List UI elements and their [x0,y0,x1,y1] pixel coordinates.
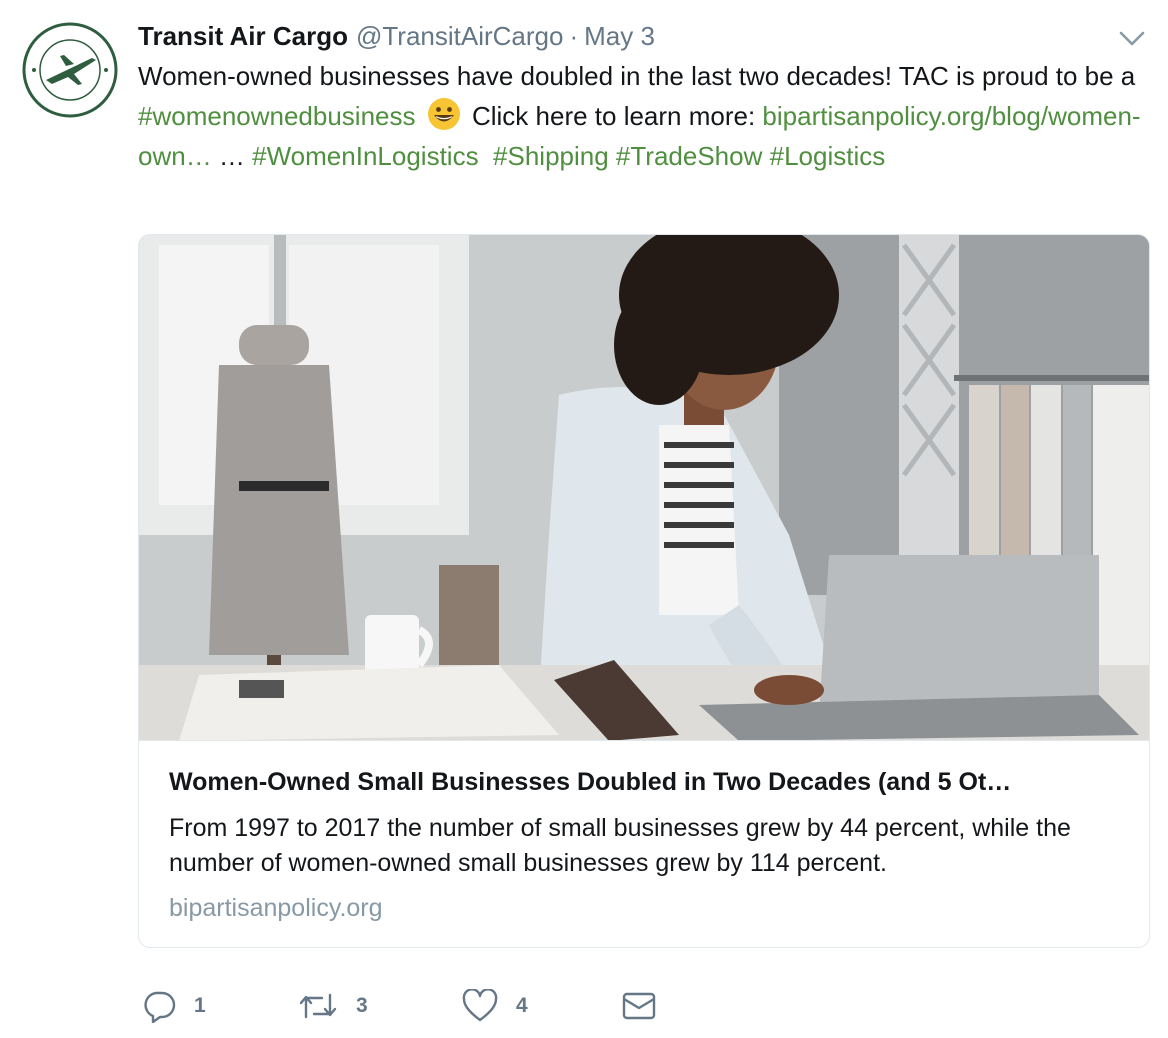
card-image[interactable] [139,235,1149,741]
transit-air-cargo-logo-icon [22,22,118,118]
retweet-icon [299,993,337,1019]
direct-message-button[interactable] [622,984,656,1028]
tweet-text-part2: Click here to learn more: [464,101,763,131]
tweet-header: Transit Air Cargo @TransitAirCargo · May… [138,18,655,54]
like-count: 4 [516,994,528,1017]
reply-count: 1 [194,994,206,1017]
hashtag-logistics[interactable]: #Logistics [770,141,886,171]
tweet-date[interactable]: May 3 [584,18,655,54]
chevron-down-icon [1119,31,1145,46]
card-title[interactable]: Women-Owned Small Businesses Doubled in … [169,765,1119,799]
like-button[interactable]: 4 [462,984,528,1028]
tweet-text: Women-owned businesses have doubled in t… [138,56,1148,176]
hashtag-womenownedbusiness[interactable]: #womenownedbusiness [138,101,416,131]
tweet-text-part1: Women-owned businesses have doubled in t… [138,61,1136,91]
heart-icon [462,989,498,1022]
hashtag-shipping[interactable]: #Shipping [493,141,609,171]
more-options-button[interactable] [1116,24,1148,52]
author-handle[interactable]: @TransitAirCargo [356,18,563,54]
retweet-button[interactable]: 3 [298,984,368,1028]
reply-button[interactable]: 1 [142,984,206,1028]
reply-icon [144,991,176,1023]
card-divider [139,740,1149,741]
hashtag-womeninlogistics[interactable]: #WomenInLogistics [252,141,478,171]
envelope-icon [622,992,656,1020]
photo-woman-at-laptop-image [139,235,1149,741]
retweet-count: 3 [356,994,368,1017]
avatar[interactable] [22,22,118,118]
link-preview-card[interactable]: Women-Owned Small Businesses Doubled in … [138,234,1150,948]
header-separator: · [569,21,579,51]
hashtag-tradeshow[interactable]: #TradeShow [616,141,762,171]
tweet-actions: 1 3 4 [138,984,738,1028]
tweet: Transit Air Cargo @TransitAirCargo · May… [0,0,1168,1038]
tweet-text-ellipsis: … [211,141,253,171]
author-name[interactable]: Transit Air Cargo [138,18,348,54]
card-domain: bipartisanpolicy.org [169,894,383,922]
grinning-face-emoji-icon [427,97,461,131]
card-description: From 1997 to 2017 the number of small bu… [169,814,1071,877]
